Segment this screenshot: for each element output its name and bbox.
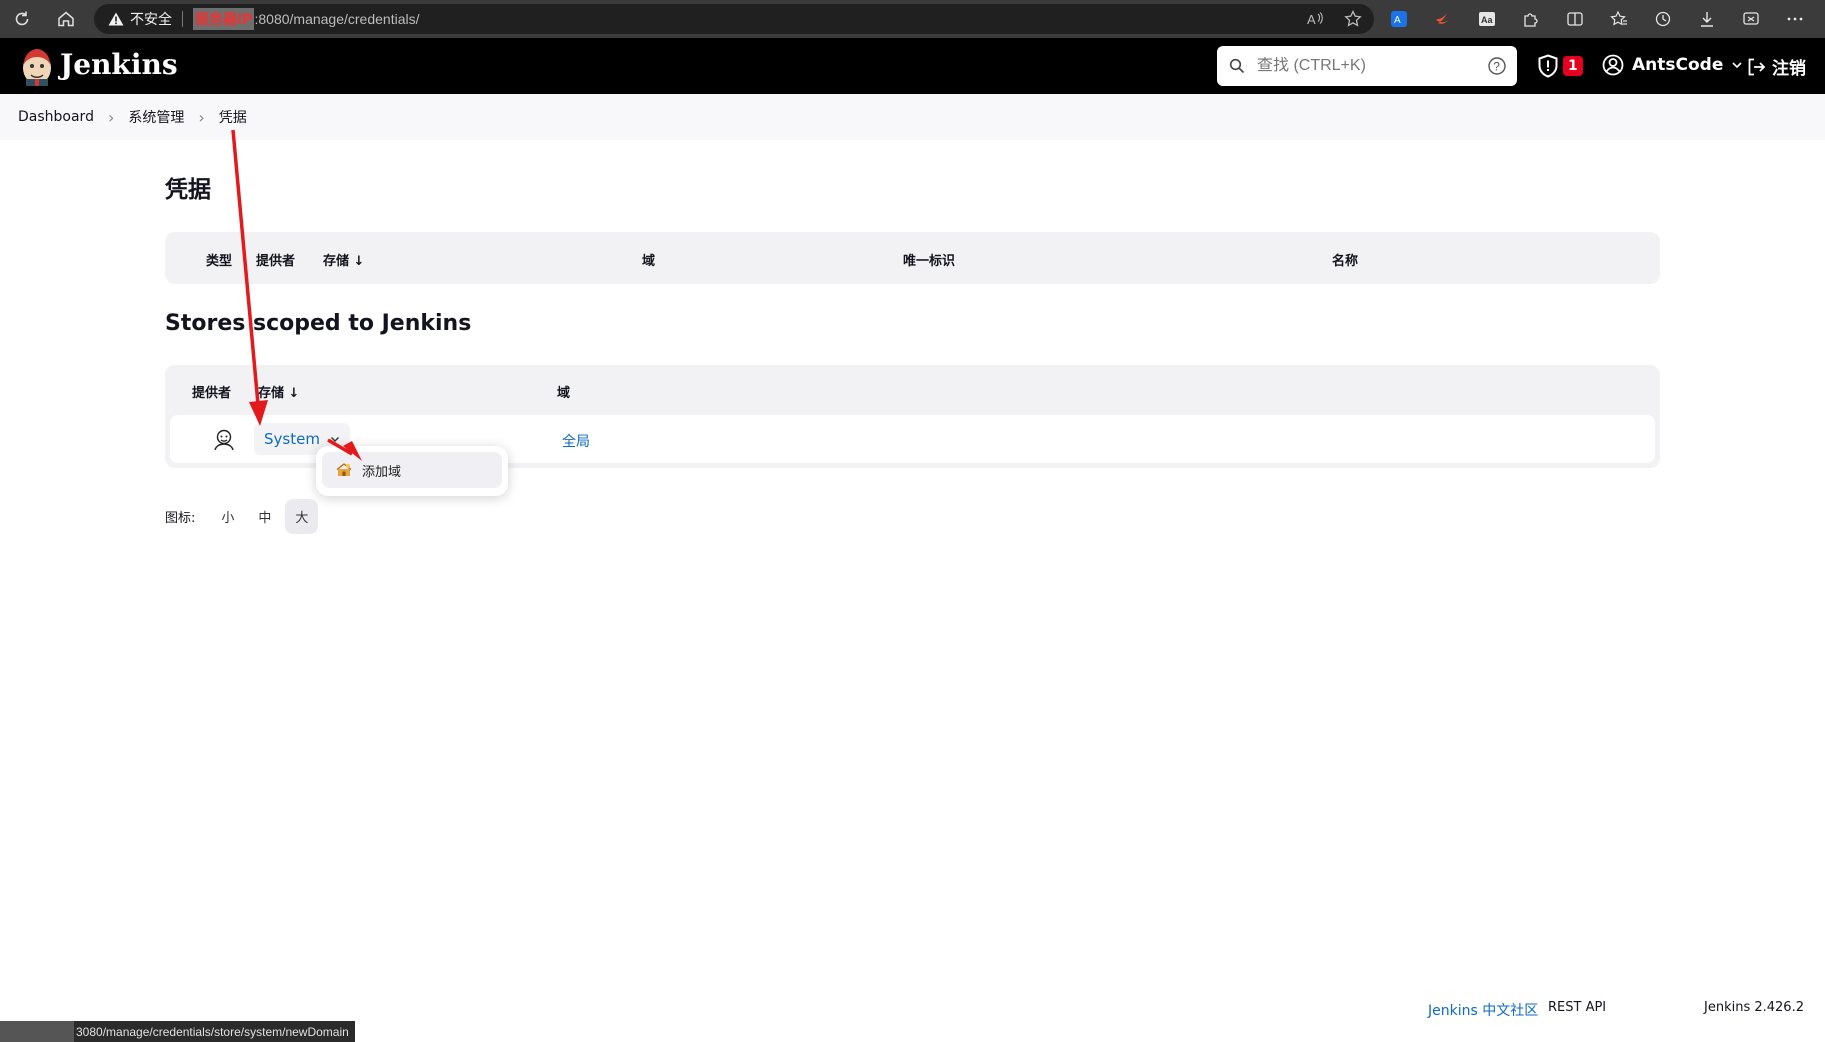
dictionary-extension-icon[interactable]: Aa — [1476, 8, 1498, 30]
screenshot-icon[interactable] — [1740, 8, 1762, 30]
svg-text:Aa: Aa — [1481, 15, 1493, 25]
credentials-table: 类型 提供者 存储 ↓ 域 唯一标识 名称 — [165, 232, 1660, 284]
browser-status-bar: 3080/manage/credentials/store/system/new… — [0, 1021, 355, 1042]
jenkins-header: Jenkins ? 1 AntsCode 注销 — [0, 38, 1825, 94]
history-icon[interactable] — [1652, 8, 1674, 30]
breadcrumb-manage[interactable]: 系统管理 — [128, 107, 184, 127]
chevron-right-icon: › — [107, 107, 115, 127]
breadcrumb-credentials[interactable]: 凭据 — [219, 107, 247, 127]
jenkins-title[interactable]: Jenkins — [60, 48, 178, 81]
page-title: 凭据 — [165, 177, 211, 203]
download-icon[interactable] — [1696, 8, 1718, 30]
column-domain[interactable]: 域 — [642, 250, 655, 269]
footer-community-link[interactable]: Jenkins 中文社区 — [1428, 1000, 1538, 1020]
shield-icon — [1538, 54, 1558, 78]
chevron-down-icon[interactable] — [330, 434, 340, 444]
breadcrumb-dashboard[interactable]: Dashboard — [18, 109, 94, 125]
icon-size-medium[interactable]: 中 — [248, 499, 281, 534]
address-divider — [182, 11, 183, 27]
icon-size-small[interactable]: 小 — [211, 499, 244, 534]
svg-text:A: A — [1307, 12, 1316, 27]
favorite-star-icon[interactable] — [1344, 9, 1362, 32]
icon-size-large[interactable]: 大 — [285, 499, 319, 534]
status-url: 3080/manage/credentials/store/system/new… — [76, 1024, 349, 1039]
icon-size-selector: 图标: 小 中 大 — [165, 499, 319, 534]
chevron-down-icon — [1732, 62, 1742, 69]
footer-version-link[interactable]: Jenkins 2.426.2 — [1704, 1000, 1804, 1015]
warning-icon — [108, 12, 124, 26]
user-avatar-icon — [1602, 54, 1624, 76]
store-system-label: System — [264, 430, 320, 448]
column-id[interactable]: 唯一标识 — [903, 250, 955, 269]
chevron-right-icon: › — [198, 107, 205, 127]
favorites-icon[interactable] — [1608, 8, 1630, 30]
browser-toolbar: 不安全 服务器IP :8080/manage/credentials/ A A … — [0, 0, 1825, 38]
status-url-mask — [0, 1021, 74, 1042]
security-badge: 1 — [1563, 56, 1583, 76]
reload-icon[interactable] — [8, 5, 36, 33]
column-provider[interactable]: 提供者 — [256, 250, 295, 269]
server-ip-mask: 服务器IP — [193, 8, 255, 30]
svg-text:A: A — [1394, 15, 1401, 26]
domain-icon — [336, 463, 352, 476]
search-icon — [1229, 58, 1245, 74]
swift-extension-icon[interactable] — [1432, 8, 1454, 30]
insecure-label: 不安全 — [130, 12, 172, 28]
column-type[interactable]: 类型 — [206, 250, 232, 269]
logout-icon — [1748, 58, 1766, 75]
footer-rest-api-link[interactable]: REST API — [1548, 1000, 1606, 1015]
url-text[interactable]: :8080/manage/credentials/ — [254, 11, 419, 27]
read-aloud-icon[interactable]: A — [1306, 10, 1324, 32]
user-menu[interactable]: AntsCode — [1602, 54, 1743, 76]
column-provider[interactable]: 提供者 — [192, 382, 231, 401]
column-name[interactable]: 名称 — [1332, 250, 1358, 269]
translate-extension-icon[interactable]: A — [1388, 8, 1410, 30]
column-store[interactable]: 存储 ↓ — [258, 382, 299, 401]
search-input[interactable] — [1257, 57, 1477, 75]
add-domain-menu-item[interactable]: 添加域 — [322, 452, 502, 488]
help-icon[interactable]: ? — [1487, 56, 1507, 76]
domain-global-link[interactable]: 全局 — [562, 431, 590, 451]
add-domain-label: 添加域 — [362, 464, 402, 480]
user-name: AntsCode — [1632, 55, 1724, 75]
svg-text:?: ? — [1493, 60, 1500, 74]
search-box[interactable]: ? — [1217, 46, 1517, 86]
insecure-indicator[interactable]: 不安全 — [108, 9, 172, 29]
split-screen-icon[interactable] — [1564, 8, 1586, 30]
extensions-puzzle-icon[interactable] — [1520, 8, 1542, 30]
icon-size-label: 图标: — [165, 511, 196, 526]
stores-section-title: Stores scoped to Jenkins — [165, 311, 472, 336]
more-menu-icon[interactable] — [1784, 8, 1806, 30]
logout-button[interactable]: 注销 — [1746, 54, 1806, 79]
column-domain[interactable]: 域 — [557, 382, 570, 401]
breadcrumb: Dashboard › 系统管理 › 凭据 — [0, 94, 1825, 140]
logout-label: 注销 — [1772, 59, 1806, 79]
jenkins-logo-icon[interactable] — [18, 46, 56, 86]
address-bar[interactable]: 不安全 服务器IP :8080/manage/credentials/ A — [94, 4, 1374, 34]
home-icon[interactable] — [52, 5, 80, 33]
security-alerts[interactable]: 1 — [1537, 54, 1583, 78]
column-store[interactable]: 存储 ↓ — [323, 250, 364, 269]
jenkins-provider-icon — [214, 429, 234, 451]
store-dropdown-menu: 添加域 — [316, 446, 508, 496]
